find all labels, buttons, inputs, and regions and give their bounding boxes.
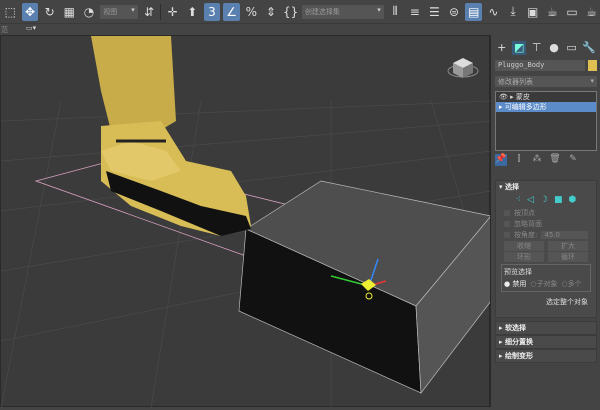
modifier-list-dropdown[interactable]: 修改器列表	[495, 76, 597, 87]
pin-stack-icon[interactable]: 📌	[495, 154, 507, 166]
pivot-icon[interactable]: ⇵	[141, 3, 158, 21]
subobject-levels: ⁖ ◁ ☽ ■ ⬢	[496, 193, 596, 207]
preview-subobject-radio[interactable]: ○子对象	[530, 279, 557, 289]
stack-item-label: 蒙皮	[515, 93, 530, 101]
foot-model[interactable]	[91, 36, 251, 236]
toolbar2-label: 范	[1, 26, 8, 34]
modify-tab-icon[interactable]: ◩	[512, 41, 526, 55]
configure-sets-icon[interactable]: ✎	[567, 154, 579, 166]
viewcube[interactable]	[447, 58, 479, 78]
selection-rollout-header[interactable]: ▾ 选择	[496, 181, 596, 193]
subdivision-displacement-rollout[interactable]: ▸ 细分置换	[495, 335, 597, 349]
edit-named-selection-icon[interactable]: {}	[282, 3, 299, 21]
element-icon[interactable]: ⬢	[568, 195, 576, 205]
soft-selection-rollout[interactable]: ▸ 软选择	[495, 321, 597, 335]
show-end-result-icon[interactable]: ⫿	[513, 154, 525, 166]
curve-editor-icon[interactable]: ∿	[485, 3, 502, 21]
edge-icon[interactable]: ◁	[527, 195, 534, 205]
spinner-snap-icon[interactable]: ⇕	[263, 3, 280, 21]
main-toolbar: ⬚ ✥ ↻ ▦ ◔ 视图 ⇵ ✛ ⬆ 3 ∠ % ⇕ {} 创建选择集 ⫴ ≡ …	[0, 0, 600, 24]
loop-button[interactable]: 循环	[548, 251, 588, 262]
rollout-title: 细分置换	[504, 338, 533, 346]
viewport-layout-icon[interactable]: ▭▾	[26, 24, 36, 32]
display-tab-icon[interactable]: ▭	[565, 41, 578, 55]
ribbon-icon[interactable]: ▤	[465, 2, 483, 21]
remove-modifier-icon[interactable]: 🗑	[549, 154, 561, 166]
stack-item-editable-poly[interactable]: ▸ 可编辑多边形	[496, 102, 596, 112]
preview-multi-radio[interactable]: ○多个	[561, 279, 581, 289]
manipulate-icon[interactable]: ✛	[164, 3, 181, 21]
selection-status: 选定整个对象	[546, 298, 588, 306]
vertex-icon[interactable]: ⁖	[516, 195, 521, 205]
checkbox-label: 按角度:	[514, 230, 538, 239]
by-angle-checkbox[interactable]: 按角度: 45.0	[496, 229, 596, 240]
by-vertex-checkbox[interactable]: 按顶点	[496, 207, 596, 218]
hierarchy-tab-icon[interactable]: ⊤	[530, 41, 543, 55]
polygon-icon[interactable]: ■	[554, 195, 563, 205]
checkbox-label: 忽略背面	[514, 219, 542, 228]
preview-off-radio[interactable]: ● 禁用	[504, 279, 526, 289]
material-editor-icon[interactable]: ▣	[524, 3, 541, 21]
named-selection-dropdown[interactable]: 创建选择集	[301, 4, 384, 19]
rollout-title: 选择	[504, 183, 519, 191]
move-icon[interactable]: ✥	[21, 2, 39, 21]
schematic-view-icon[interactable]: ⤓	[505, 3, 522, 21]
render-setup-icon[interactable]: ☕	[544, 3, 561, 21]
scale-icon[interactable]: ▦	[61, 3, 78, 21]
rollout-title: 绘制变形	[504, 352, 533, 360]
rendered-frame-icon[interactable]: ▭	[564, 3, 581, 21]
rotate-icon[interactable]: ↻	[41, 3, 58, 21]
group-title: 预览选择	[504, 268, 532, 276]
modifier-stack: 👁 ▸ 蒙皮 ▸ 可编辑多边形	[495, 91, 597, 151]
select-region-icon[interactable]: ⬚	[2, 3, 19, 21]
shrink-button[interactable]: 收缩	[504, 240, 544, 251]
paint-deformation-rollout[interactable]: ▸ 绘制变形	[495, 349, 597, 363]
command-panel-tabs: + ◩ ⊤ ● ▭ 🔧	[491, 35, 600, 57]
make-unique-icon[interactable]: ⁂	[531, 154, 543, 166]
utilities-tab-icon[interactable]: 🔧	[582, 41, 596, 55]
layer-explorer-icon[interactable]: ⊜	[446, 3, 463, 21]
percent-snap-icon[interactable]: %	[243, 3, 260, 21]
motion-tab-icon[interactable]: ●	[547, 41, 560, 55]
preview-selection-group: 预览选择 ● 禁用 ○子对象 ○多个	[501, 264, 591, 292]
stack-toolbar: 📌 ⫿ ⁂ 🗑 ✎	[495, 154, 579, 166]
ignore-backfacing-checkbox[interactable]: 忽略背面	[496, 218, 596, 229]
render-icon[interactable]: ☕	[583, 3, 600, 21]
separator	[160, 3, 162, 20]
ring-button[interactable]: 环形	[504, 251, 544, 262]
object-name-field[interactable]: Pluggo_Body	[495, 60, 585, 71]
secondary-toolbar: 范 ▭▾	[0, 24, 600, 35]
stack-item-label: 可编辑多边形	[504, 103, 547, 111]
border-icon[interactable]: ☽	[540, 195, 548, 205]
angle-snap-icon[interactable]: ∠	[223, 2, 240, 21]
object-color-swatch[interactable]	[588, 60, 597, 71]
angle-spinner[interactable]: 45.0	[541, 230, 588, 239]
rollout-title: 软选择	[504, 324, 526, 332]
placement-icon[interactable]: ◔	[81, 3, 98, 21]
create-tab-icon[interactable]: +	[495, 41, 508, 55]
checkbox-label: 按顶点	[514, 208, 535, 217]
scene-explorer-icon[interactable]: ☰	[426, 3, 443, 21]
keyboard-shortcut-icon[interactable]: ⬆	[184, 3, 201, 21]
snap-toggle-icon[interactable]: 3	[203, 2, 221, 21]
stack-item-skin[interactable]: 👁 ▸ 蒙皮	[496, 92, 596, 102]
viewport-scene	[0, 36, 492, 409]
grow-button[interactable]: 扩大	[548, 240, 588, 251]
selection-rollout: ▾ 选择 ⁖ ◁ ☽ ■ ⬢ 按顶点 忽略背面 按角度: 45.0 收缩 扩大 环形 循环 预…	[495, 180, 597, 318]
command-panel: + ◩ ⊤ ● ▭ 🔧 Pluggo_Body 修改器列表 👁 ▸ 蒙皮 ▸ 可…	[490, 35, 600, 407]
reference-coordinate-dropdown[interactable]: 视图	[100, 4, 138, 19]
perspective-viewport[interactable]	[0, 35, 492, 409]
align-icon[interactable]: ≡	[406, 3, 423, 21]
mirror-icon[interactable]: ⫴	[387, 3, 404, 21]
